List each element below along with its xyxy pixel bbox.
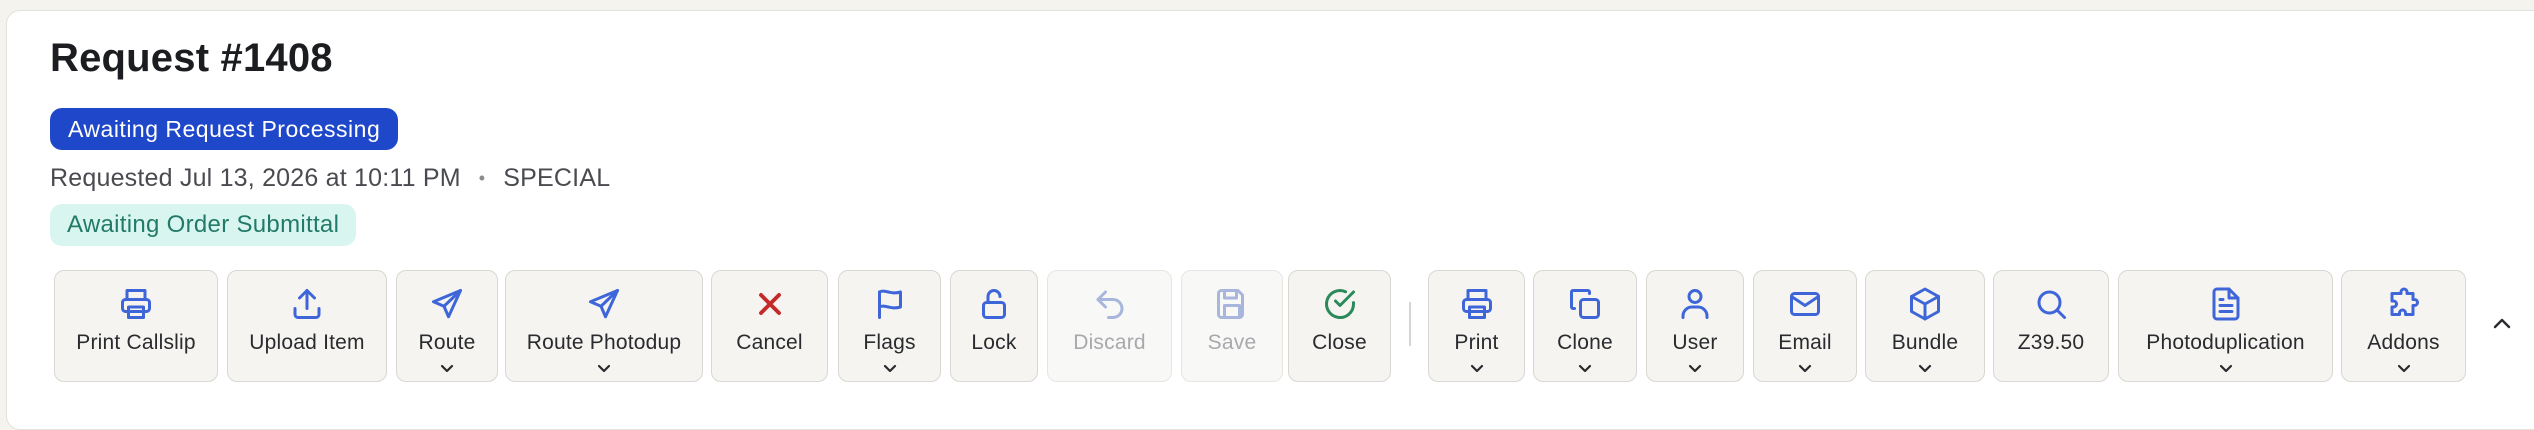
email-button[interactable]: Email xyxy=(1753,270,1857,382)
cancel-button[interactable]: Cancel xyxy=(711,270,828,382)
status-badge: Awaiting Request Processing xyxy=(50,108,399,150)
toolbar-divider xyxy=(1409,302,1411,346)
button-label: Route Photodup xyxy=(526,331,682,354)
button-label: Flags xyxy=(863,331,916,354)
chevron-down-icon xyxy=(1469,357,1485,373)
chevron-down-icon xyxy=(1577,357,1593,373)
page-title: Request #1408 xyxy=(50,36,333,80)
save-button[interactable]: Save xyxy=(1181,270,1283,382)
chevron-down-icon xyxy=(2396,357,2412,373)
puzzle-icon xyxy=(2386,285,2422,323)
button-label: Upload Item xyxy=(249,331,365,354)
user-icon xyxy=(1677,285,1713,323)
meta-separator: • xyxy=(478,168,486,188)
check-circle-icon xyxy=(1322,285,1358,323)
chevron-down-icon xyxy=(596,357,612,373)
chevron-down-icon xyxy=(882,357,898,373)
button-label: Clone xyxy=(1557,331,1613,354)
addons-button[interactable]: Addons xyxy=(2341,270,2466,382)
lock-button[interactable]: Lock xyxy=(950,270,1038,382)
mail-icon xyxy=(1787,285,1823,323)
button-label: Save xyxy=(1207,331,1257,354)
lock-icon xyxy=(976,285,1012,323)
box-icon xyxy=(1907,285,1943,323)
user-button[interactable]: User xyxy=(1646,270,1744,382)
x-icon xyxy=(752,285,788,323)
button-label: Addons xyxy=(2367,331,2440,354)
save-icon xyxy=(1214,285,1250,323)
printer-icon xyxy=(1459,285,1495,323)
chevron-down-icon xyxy=(1687,357,1703,373)
undo-icon xyxy=(1092,285,1128,323)
button-label: Bundle xyxy=(1891,331,1959,354)
chevron-down-icon xyxy=(1917,357,1933,373)
search-icon xyxy=(2033,285,2069,323)
send-icon xyxy=(429,285,465,323)
chevron-down-icon xyxy=(2218,357,2234,373)
printer-icon xyxy=(118,285,154,323)
close-button[interactable]: Close xyxy=(1288,270,1391,382)
button-label: Print Callslip xyxy=(76,331,196,354)
button-label: Lock xyxy=(971,331,1017,354)
button-label: Discard xyxy=(1073,331,1146,354)
print-callslip-button[interactable]: Print Callslip xyxy=(54,270,218,382)
chevron-down-icon xyxy=(1797,357,1813,373)
discard-button[interactable]: Discard xyxy=(1047,270,1172,382)
flags-button[interactable]: Flags xyxy=(838,270,941,382)
file-text-icon xyxy=(2208,285,2244,323)
button-label: Route xyxy=(418,331,476,354)
button-label: Email xyxy=(1778,331,1832,354)
upload-icon xyxy=(289,285,325,323)
button-label: Print xyxy=(1454,331,1499,354)
request-meta: Requested Jul 13, 2026 at 10:11 PM • SPE… xyxy=(50,164,610,193)
button-label: Close xyxy=(1312,331,1367,354)
send-icon xyxy=(586,285,622,323)
order-status-badge: Awaiting Order Submittal xyxy=(50,204,357,246)
button-label: User xyxy=(1672,331,1718,354)
photoduplication-button[interactable]: Photoduplication xyxy=(2118,270,2333,382)
route-photodup-button[interactable]: Route Photodup xyxy=(505,270,703,382)
chevron-up-icon xyxy=(2493,318,2511,329)
collapse-toolbar-button[interactable] xyxy=(2490,312,2514,336)
flag-icon xyxy=(872,285,908,323)
bundle-button[interactable]: Bundle xyxy=(1865,270,1985,382)
route-button[interactable]: Route xyxy=(396,270,498,382)
button-label: Photoduplication xyxy=(2146,331,2305,354)
print-button[interactable]: Print xyxy=(1428,270,1525,382)
button-label: Cancel xyxy=(736,331,803,354)
upload-item-button[interactable]: Upload Item xyxy=(227,270,387,382)
clone-button[interactable]: Clone xyxy=(1533,270,1637,382)
copy-icon xyxy=(1567,285,1603,323)
requested-date: Requested Jul 13, 2026 at 10:11 PM xyxy=(50,164,461,192)
chevron-down-icon xyxy=(439,357,455,373)
z3950-button[interactable]: Z39.50 xyxy=(1993,270,2109,382)
request-type: SPECIAL xyxy=(503,164,611,192)
button-label: Z39.50 xyxy=(2017,331,2085,354)
